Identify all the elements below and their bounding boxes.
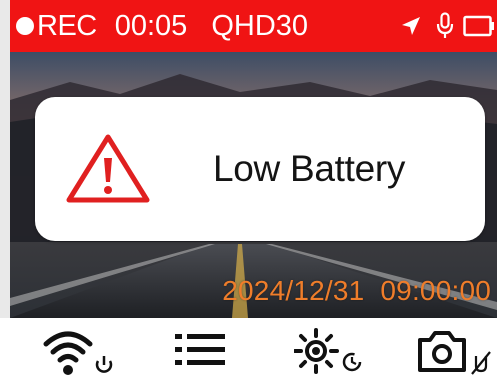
warning-triangle-icon	[66, 134, 150, 203]
status-bar: REC 00:05 QHD30	[0, 0, 497, 52]
battery-empty-icon	[461, 15, 497, 37]
camera-mute-button[interactable]	[414, 326, 494, 376]
video-quality: QHD30	[211, 10, 309, 42]
microphone-icon	[429, 12, 461, 40]
dialog-message: Low Battery	[213, 148, 406, 189]
time-stamp: 09:00:00	[380, 275, 491, 306]
status-icons	[393, 0, 497, 52]
menu-button[interactable]	[170, 326, 230, 376]
date-time-stamp: 2024/12/31 09:00:00	[222, 275, 491, 307]
low-battery-dialog: Low Battery	[35, 97, 485, 241]
recording-time: 00:05	[114, 10, 188, 42]
bottom-toolbar	[0, 318, 497, 376]
brightness-timer-icon	[294, 328, 362, 374]
wifi-power-button[interactable]	[38, 326, 118, 376]
camera-mute-icon	[418, 331, 491, 375]
location-arrow-icon	[393, 15, 429, 37]
brightness-timer-button[interactable]	[294, 326, 372, 376]
wifi-power-icon	[43, 331, 113, 375]
rec-label: REC	[37, 10, 97, 42]
date-stamp: 2024/12/31	[222, 275, 365, 306]
dashcam-screen: REC 00:05 QHD30 Low Battery 2024/12/31 0…	[0, 0, 497, 376]
record-dot-icon	[16, 17, 34, 35]
screen-edge	[0, 52, 10, 318]
menu-list-icon	[175, 334, 225, 365]
